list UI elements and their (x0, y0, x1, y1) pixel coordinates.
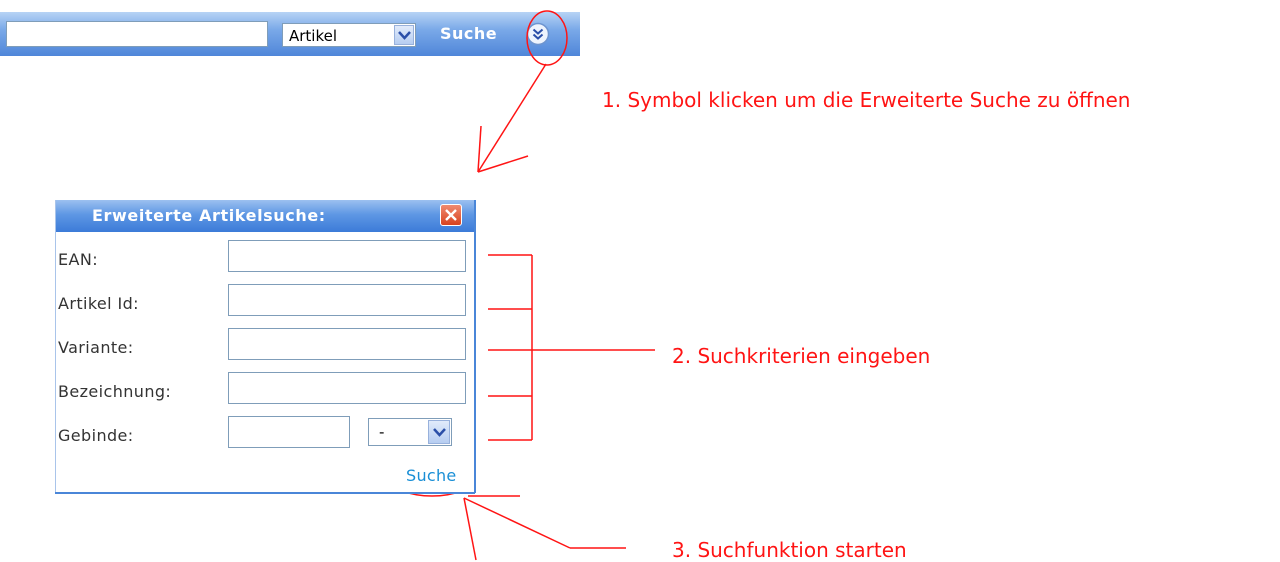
annotation-line-3d (463, 497, 477, 561)
annotation-arrow-1-head-b (477, 155, 529, 173)
ean-label: EAN: (58, 250, 99, 269)
annotation-arrow-1-head-a (477, 125, 482, 173)
annotation-arrow-1 (477, 63, 547, 173)
dialog-title: Erweiterte Artikelsuche: (92, 206, 326, 225)
artikel-id-label: Artikel Id: (58, 294, 139, 313)
dialog-header: Erweiterte Artikelsuche: (56, 200, 474, 232)
advanced-search-button[interactable]: Suche (406, 466, 457, 485)
advanced-search-dialog: Erweiterte Artikelsuche: EAN: Artikel Id… (55, 200, 476, 493)
chevron-down-icon[interactable] (428, 420, 450, 444)
gebinde-label: Gebinde: (58, 426, 134, 445)
dialog-bottom-border (55, 492, 475, 494)
annotation-step-3: 3. Suchfunktion starten (672, 538, 907, 562)
annotation-line-3b (463, 497, 571, 549)
bezeichnung-label: Bezeichnung: (58, 382, 172, 401)
variante-label: Variante: (58, 338, 134, 357)
close-icon[interactable] (440, 204, 462, 226)
annotation-step-1: 1. Symbol klicken um die Erweiterte Such… (602, 88, 1131, 112)
variante-field[interactable] (228, 328, 466, 360)
annotation-circle-expand (526, 10, 568, 66)
ean-field[interactable] (228, 240, 466, 272)
annotation-step-2: 2. Suchkriterien eingeben (672, 344, 931, 368)
gebinde-field[interactable] (228, 416, 350, 448)
bezeichnung-field[interactable] (228, 372, 466, 404)
artikel-id-field[interactable] (228, 284, 466, 316)
gebinde-unit-select[interactable]: - (368, 418, 452, 446)
gebinde-unit-value: - (379, 423, 385, 441)
